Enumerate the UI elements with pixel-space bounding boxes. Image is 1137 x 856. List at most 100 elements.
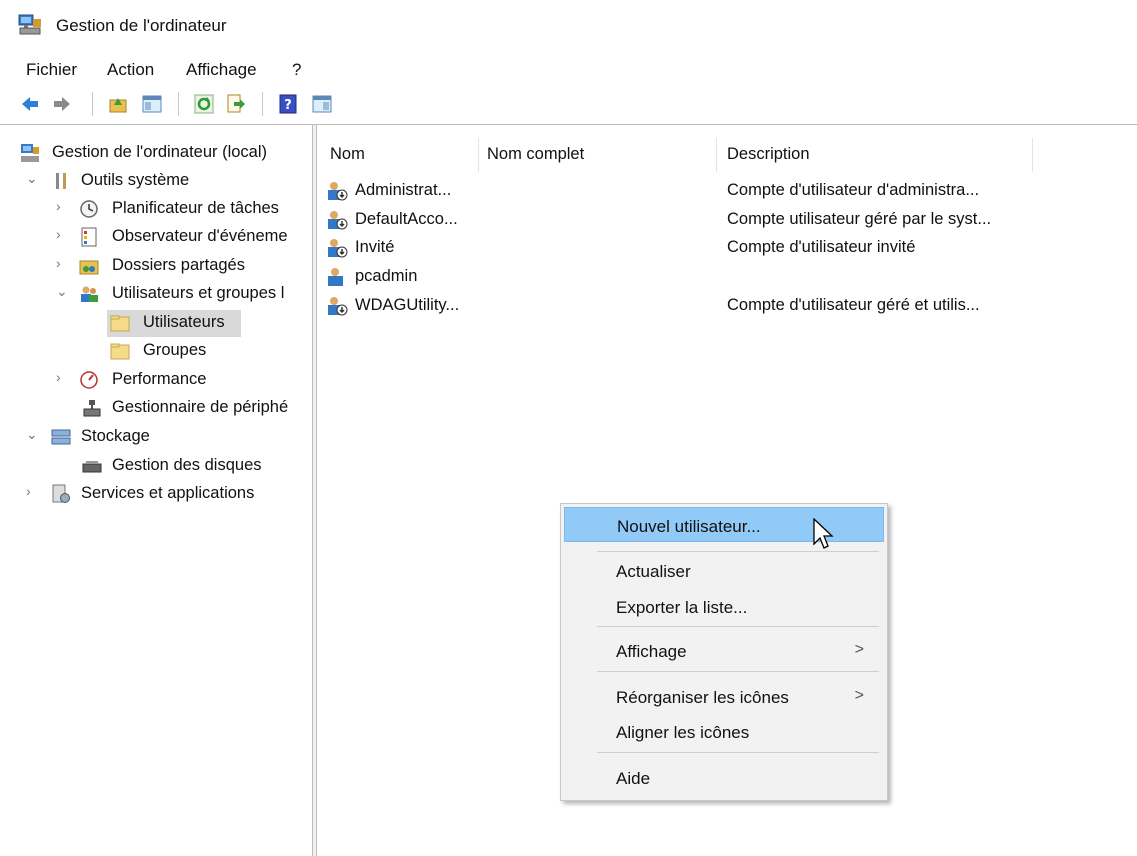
column-separator[interactable]	[1032, 138, 1033, 172]
chevron-right-icon[interactable]: ›	[26, 483, 38, 499]
menu-item-label: Nouvel utilisateur...	[617, 517, 761, 536]
menu-separator	[597, 626, 879, 627]
user-name: Invité	[355, 238, 395, 256]
menu-fichier[interactable]: Fichier	[26, 60, 77, 80]
disabled-user-icon	[328, 297, 348, 316]
user-name: Administrat...	[355, 181, 452, 199]
menu-item-aide[interactable]: Aide	[564, 760, 884, 795]
menu-item-aligner[interactable]: Aligner les icônes	[564, 714, 884, 749]
tree-item-label: Outils système	[81, 171, 190, 189]
menu-item-affichage[interactable]: Affichage >	[564, 633, 884, 668]
user-name: WDAGUtility...	[355, 296, 460, 314]
column-separator[interactable]	[478, 138, 479, 172]
menu-item-exporter[interactable]: Exporter la liste...	[564, 589, 884, 624]
computer-management-icon	[18, 14, 41, 35]
menu-item-label: Aligner les icônes	[616, 723, 750, 742]
tree-item-label: Performance	[112, 370, 207, 388]
chevron-right-icon[interactable]: ›	[56, 226, 68, 242]
menu-item-actualiser[interactable]: Actualiser	[564, 553, 884, 588]
menu-item-label: Actualiser	[616, 562, 691, 581]
menu-action[interactable]: Action	[107, 60, 154, 80]
device-manager-icon	[83, 400, 101, 417]
tree-item-label: Planificateur de tâches	[112, 199, 279, 217]
tools-icon	[56, 173, 66, 189]
back-icon[interactable]	[20, 94, 40, 114]
menu-help[interactable]: ?	[292, 60, 301, 80]
chevron-down-icon[interactable]: ⌄	[56, 283, 68, 300]
menu-bar: Fichier Action Affichage ?	[0, 54, 1137, 84]
disk-management-icon	[82, 461, 102, 473]
chevron-down-icon[interactable]: ⌄	[26, 426, 38, 443]
user-name: DefaultAcco...	[355, 210, 458, 228]
pane-splitter[interactable]	[312, 125, 317, 856]
show-hide-tree-icon[interactable]	[142, 94, 162, 114]
list-item[interactable]: Invité Compte d'utilisateur invité	[326, 235, 1126, 263]
svg-text:?: ?	[284, 98, 292, 113]
window-title: Gestion de l'ordinateur	[56, 16, 227, 35]
column-header-nom-complet[interactable]: Nom complet	[487, 145, 584, 164]
tree-item-label: Stockage	[81, 427, 150, 445]
list-item[interactable]: Administrat... Compte d'utilisateur d'ad…	[326, 178, 1126, 206]
folder-icon	[110, 315, 130, 332]
export-list-icon[interactable]	[226, 94, 246, 114]
chevron-right-icon[interactable]: ›	[56, 198, 68, 214]
context-menu: Nouvel utilisateur... Actualiser Exporte…	[560, 503, 888, 801]
tree-item-label: Utilisateurs	[143, 313, 225, 331]
performance-icon	[80, 371, 98, 389]
menu-item-label: Réorganiser les icônes	[616, 688, 789, 707]
tree-item-label: Utilisateurs et groupes l	[112, 284, 285, 302]
column-header-description[interactable]: Description	[727, 145, 810, 164]
chevron-right-icon: >	[854, 641, 864, 658]
toolbar-separator	[178, 92, 179, 116]
tree-item-label: Observateur d'événeme	[112, 227, 288, 245]
toolbar	[0, 86, 1137, 122]
show-action-pane-icon[interactable]	[312, 94, 332, 114]
storage-icon	[51, 429, 71, 445]
disabled-user-icon	[328, 182, 348, 201]
chevron-right-icon: >	[854, 687, 864, 704]
list-item[interactable]: DefaultAcco... Compte utilisateur géré p…	[326, 207, 1126, 235]
forward-icon[interactable]	[52, 94, 72, 114]
menu-item-label: Exporter la liste...	[616, 598, 748, 617]
users-groups-icon	[81, 286, 98, 302]
user-description: Compte utilisateur géré par le syst...	[727, 210, 992, 228]
tree-item-label: Dossiers partagés	[112, 256, 245, 274]
menu-item-label: Affichage	[616, 642, 687, 661]
up-folder-icon[interactable]	[108, 94, 128, 114]
menu-separator	[597, 752, 879, 753]
toolbar-separator	[262, 92, 263, 116]
user-name: pcadmin	[355, 267, 418, 285]
list-item[interactable]: pcadmin	[326, 264, 1126, 292]
chevron-right-icon[interactable]: ›	[56, 255, 68, 271]
user-description: Compte d'utilisateur géré et utilis...	[727, 296, 980, 314]
computer-management-icon	[21, 144, 39, 162]
column-separator[interactable]	[716, 138, 717, 172]
menu-item-label: Aide	[616, 769, 651, 788]
hand-cursor-icon	[813, 518, 834, 549]
menu-separator	[597, 671, 879, 672]
chevron-down-icon[interactable]: ⌄	[26, 170, 38, 187]
tree-item-label: Services et applications	[81, 484, 255, 502]
shared-folder-icon	[79, 260, 99, 275]
help-icon[interactable]: ?	[278, 94, 298, 114]
user-description: Compte d'utilisateur invité	[727, 238, 916, 256]
tree-item-label: Gestion des disques	[112, 456, 262, 474]
menu-item-reorganiser[interactable]: Réorganiser les icônes >	[564, 679, 884, 714]
folder-icon	[110, 343, 130, 360]
user-icon	[328, 268, 343, 286]
toolbar-separator	[92, 92, 93, 116]
disabled-user-icon	[328, 239, 348, 258]
menu-separator	[597, 551, 879, 552]
clock-icon	[80, 200, 98, 218]
services-icon	[52, 484, 70, 503]
user-description: Compte d'utilisateur d'administra...	[727, 181, 980, 199]
tree-item-label: Groupes	[143, 341, 207, 359]
refresh-icon[interactable]	[194, 94, 214, 114]
column-header-nom[interactable]: Nom	[330, 145, 365, 164]
title-bar: Gestion de l'ordinateur	[0, 0, 1137, 54]
chevron-right-icon[interactable]: ›	[56, 369, 68, 385]
menu-affichage[interactable]: Affichage	[186, 60, 257, 80]
list-item[interactable]: WDAGUtility... Compte d'utilisateur géré…	[326, 293, 1126, 321]
tree-item-label: Gestion de l'ordinateur (local)	[52, 143, 268, 161]
menu-item-nouvel-utilisateur[interactable]: Nouvel utilisateur...	[564, 507, 884, 542]
